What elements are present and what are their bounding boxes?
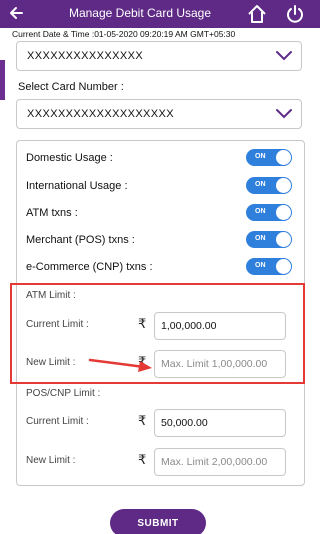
atm-txns-row: ATM txns : ON <box>26 204 296 222</box>
atm-limit-highlight-box <box>10 283 305 384</box>
chevron-down-icon <box>276 51 292 61</box>
ecommerce-cnp-toggle[interactable]: ON <box>246 258 292 275</box>
power-icon[interactable] <box>284 3 306 25</box>
toggle-knob <box>276 232 291 247</box>
current-datetime: Current Date & Time :01-05-2020 09:20:19… <box>12 29 236 39</box>
domestic-usage-row: Domestic Usage : ON <box>26 149 296 167</box>
pos-new-limit-input[interactable] <box>154 448 286 476</box>
account-select[interactable]: XXXXXXXXXXXXXXX <box>16 41 302 71</box>
toggle-state: ON <box>255 262 266 269</box>
merchant-pos-label: Merchant (POS) txns : <box>26 234 135 246</box>
toggle-state: ON <box>255 235 266 242</box>
rupee-icon: ₹ <box>138 413 147 428</box>
pos-new-limit-label: New Limit : <box>26 455 76 466</box>
pos-current-limit-input[interactable] <box>154 409 286 437</box>
toggle-knob <box>276 205 291 220</box>
annotation-arrow-icon <box>88 358 152 372</box>
home-icon[interactable] <box>246 3 268 25</box>
merchant-pos-toggle[interactable]: ON <box>246 231 292 248</box>
toggle-state: ON <box>255 153 266 160</box>
domestic-usage-toggle[interactable]: ON <box>246 149 292 166</box>
ecommerce-cnp-label: e-Commerce (CNP) txns : <box>26 261 153 273</box>
card-number-select[interactable]: XXXXXXXXXXXXXXXXXXX <box>16 99 302 129</box>
submit-button[interactable]: SUBMIT <box>110 509 206 534</box>
app-bar: Manage Debit Card Usage <box>0 0 320 28</box>
merchant-pos-row: Merchant (POS) txns : ON <box>26 231 296 249</box>
domestic-usage-label: Domestic Usage : <box>26 152 113 164</box>
ecommerce-cnp-row: e-Commerce (CNP) txns : ON <box>26 258 296 276</box>
left-accent-bar <box>0 60 5 100</box>
chevron-down-icon <box>276 109 292 119</box>
toggle-knob <box>276 178 291 193</box>
toggle-knob <box>276 150 291 165</box>
page-title: Manage Debit Card Usage <box>68 6 212 20</box>
pos-current-limit-label: Current Limit : <box>26 416 89 427</box>
card-select-value: XXXXXXXXXXXXXXXXXXX <box>27 108 175 120</box>
account-select-value: XXXXXXXXXXXXXXX <box>27 50 144 62</box>
rupee-icon: ₹ <box>138 452 147 467</box>
atm-txns-toggle[interactable]: ON <box>246 204 292 221</box>
toggle-knob <box>276 259 291 274</box>
card-select-label: Select Card Number : <box>18 81 124 93</box>
international-usage-row: International Usage : ON <box>26 177 296 195</box>
toggle-state: ON <box>255 208 266 215</box>
international-usage-label: International Usage : <box>26 180 128 192</box>
pos-limit-title: POS/CNP Limit : <box>26 388 101 399</box>
back-arrow-icon[interactable] <box>6 2 26 24</box>
international-usage-toggle[interactable]: ON <box>246 177 292 194</box>
atm-txns-label: ATM txns : <box>26 207 78 219</box>
toggle-state: ON <box>255 181 266 188</box>
